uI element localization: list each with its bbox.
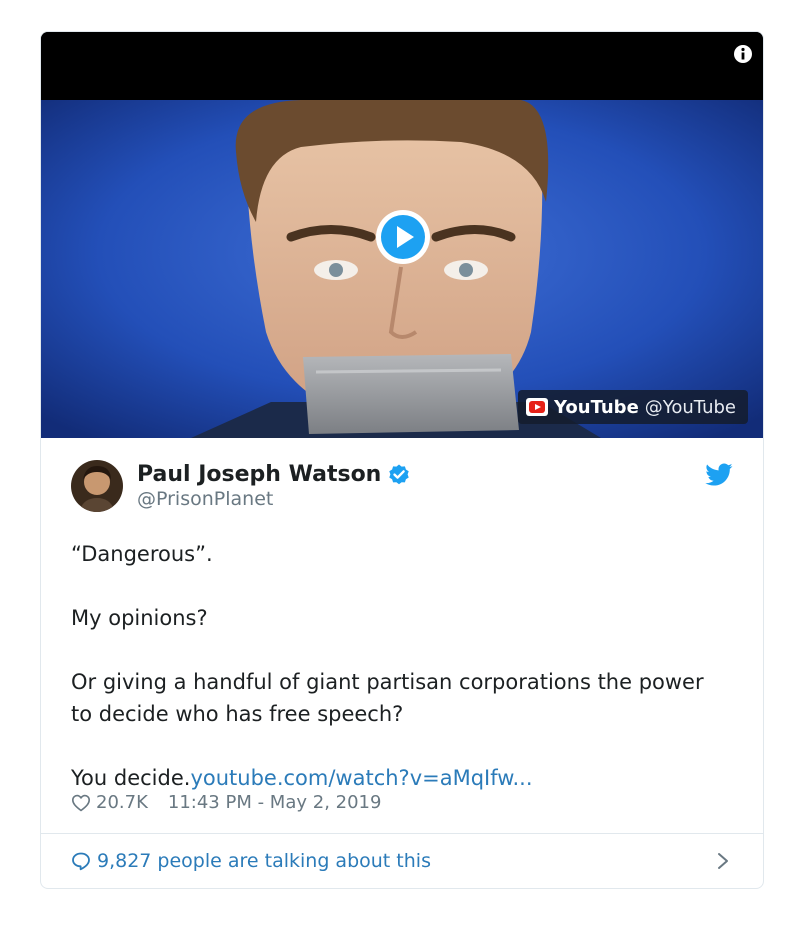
like-count[interactable]: 20.7K: [96, 792, 148, 813]
tweet-paragraph: My opinions?: [71, 606, 208, 630]
tweet-text: “Dangerous”. My opinions? Or giving a ha…: [71, 538, 731, 794]
youtube-icon: [526, 398, 548, 416]
talking-about-text[interactable]: 9,827 people are talking about this: [97, 850, 431, 872]
tweet-last-line: You decide.: [71, 766, 191, 790]
speech-bubble-icon: [72, 852, 90, 871]
avatar[interactable]: [71, 460, 123, 512]
tweet-embed-card: YouTube @YouTube Paul Joseph Watson @Pri…: [40, 31, 764, 889]
tweet-paragraph-last: You decide.youtube.com/watch?v=aMqIfw...: [71, 762, 731, 794]
play-icon[interactable]: [374, 208, 432, 266]
youtube-link[interactable]: youtube.com/watch?v=aMqIfw...: [190, 766, 532, 790]
video-preview[interactable]: YouTube @YouTube: [41, 32, 763, 438]
tweet-meta: 20.7K 11:43 PM - May 2, 2019: [71, 792, 381, 813]
twitter-bird-icon[interactable]: [705, 463, 733, 487]
chevron-right-icon: [718, 853, 728, 869]
video-source-name: YouTube: [554, 396, 639, 418]
tweet-paragraph: “Dangerous”.: [71, 542, 213, 566]
author-handle[interactable]: @PrisonPlanet: [137, 488, 273, 510]
info-icon[interactable]: [733, 44, 753, 64]
conversation-link[interactable]: 9,827 people are talking about this: [41, 834, 763, 888]
tweet-paragraph: Or giving a handful of giant partisan co…: [71, 670, 704, 726]
verified-badge-icon: [389, 464, 410, 484]
author-name-text[interactable]: Paul Joseph Watson: [137, 462, 381, 487]
video-source-handle: @YouTube: [644, 396, 736, 418]
heart-icon[interactable]: [71, 793, 91, 813]
author-name[interactable]: Paul Joseph Watson: [137, 462, 411, 487]
tweet-timestamp[interactable]: 11:43 PM - May 2, 2019: [168, 792, 382, 813]
youtube-source-badge[interactable]: YouTube @YouTube: [518, 390, 748, 424]
